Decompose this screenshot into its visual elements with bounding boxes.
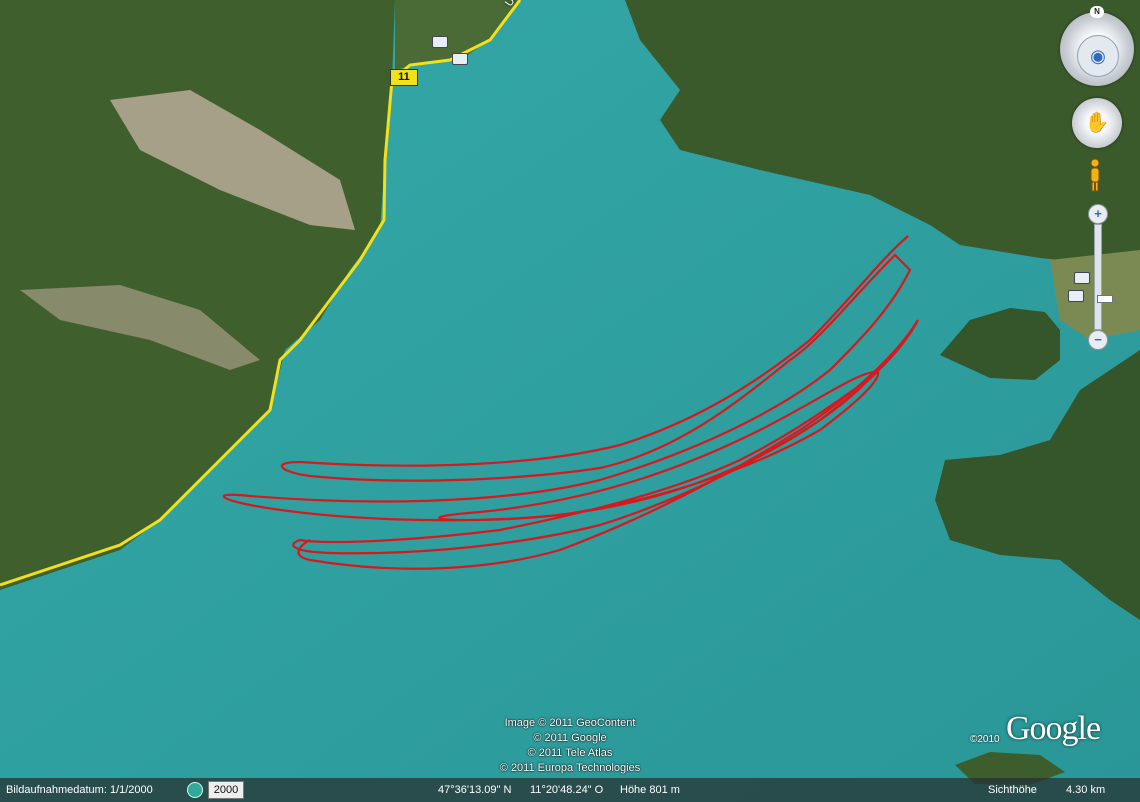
hand-icon[interactable]: ✋ [1072, 98, 1122, 148]
zoom-bar[interactable] [1094, 224, 1113, 330]
eye-altitude-value: 4.30 km [1066, 784, 1106, 796]
credit-line: © 2011 Tele Atlas [527, 747, 613, 759]
credit-line: © 2011 Europa Technologies [499, 762, 641, 774]
road-number-label: 11 [390, 69, 418, 86]
compass-north[interactable]: N [1090, 6, 1104, 18]
zoom-in-button[interactable]: + [1088, 204, 1108, 224]
status-bar: Bildaufnahmedatum: 1/1/2000 47°36'13.09"… [0, 778, 1140, 802]
zoom-out-button[interactable]: − [1088, 330, 1108, 350]
historical-imagery-icon[interactable] [187, 782, 203, 798]
google-logo: Google [1006, 710, 1101, 747]
pegman-icon[interactable] [1088, 158, 1102, 192]
year-button[interactable]: 2000 [208, 781, 244, 799]
longitude-readout: 11°20'48.24" O [530, 784, 604, 796]
credit-line: Image © 2011 GeoContent [504, 717, 636, 729]
compass-ring[interactable]: ◉ [1060, 12, 1134, 86]
credit-line: © 2011 Google [533, 732, 607, 744]
zoom-handle[interactable] [1097, 295, 1113, 303]
hotel-icon[interactable] [432, 36, 448, 48]
imagery-credits: Image © 2011 GeoContent © 2011 Google © … [470, 716, 670, 776]
elevation-readout: Höhe 801 m [620, 784, 680, 796]
zoom-slider[interactable]: + − [1088, 204, 1113, 350]
imagery-date: Bildaufnahmedatum: 1/1/2000 [6, 784, 153, 796]
eye-altitude-label: Sichthöhe [988, 784, 1037, 796]
eye-icon[interactable]: ◉ [1077, 35, 1119, 77]
hotel-icon[interactable] [452, 53, 468, 65]
logo-year: ©2010 [970, 734, 1000, 745]
hotel-icon[interactable] [1068, 290, 1084, 302]
latitude-readout: 47°36'13.09" N [438, 784, 512, 796]
satellite-map[interactable] [0, 0, 1140, 802]
